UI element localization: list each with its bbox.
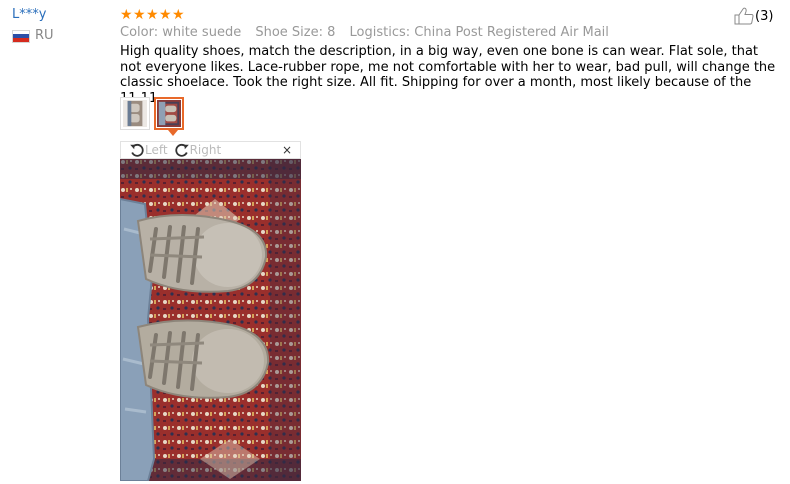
review-photo [120,159,301,481]
photo-viewer-toolbar: Left Right × [120,141,301,159]
photo-thumbnail-image [157,100,181,127]
attr-shoe-size: Shoe Size: 8 [255,25,336,40]
reviewer-country: RU [12,29,54,43]
star-icon: ★ [120,7,133,23]
photo-thumbnails [120,97,184,136]
reviewer-name[interactable]: L***y [12,7,54,23]
selected-pointer [168,130,178,136]
star-rating: ★ ★ ★ ★ ★ [120,8,185,22]
close-viewer-button[interactable]: × [282,144,292,156]
photo-thumbnail-image [123,100,147,127]
helpful-button[interactable]: (3) [734,7,773,25]
star-icon: ★ [172,7,185,23]
attr-color: Color: white suede [120,25,242,40]
country-code: RU [35,28,54,43]
star-icon: ★ [159,7,172,23]
order-attributes: Color: white suede Shoe Size: 8 Logistic… [120,24,609,42]
star-icon: ★ [133,7,146,23]
photo-thumbnail-selected[interactable] [154,97,184,136]
photo-thumbnail[interactable] [120,97,150,130]
reviewer-info: L***y RU [12,7,54,43]
thumbs-up-icon [734,7,754,25]
helpful-count: (3) [755,8,774,24]
russia-flag-icon [12,29,30,43]
rotate-right-label: Right [189,143,222,157]
rotate-left-label: Left [145,143,168,157]
rotate-right-icon [174,143,189,157]
rotate-left-button[interactable]: Left [129,142,168,158]
review-photo-image [120,159,301,481]
attr-logistics: Logistics: China Post Registered Air Mai… [349,25,609,40]
rotate-left-icon [130,143,144,157]
star-icon: ★ [146,7,159,23]
review-text: High quality shoes, match the descriptio… [120,44,776,106]
rotate-right-button[interactable]: Right [174,142,222,158]
